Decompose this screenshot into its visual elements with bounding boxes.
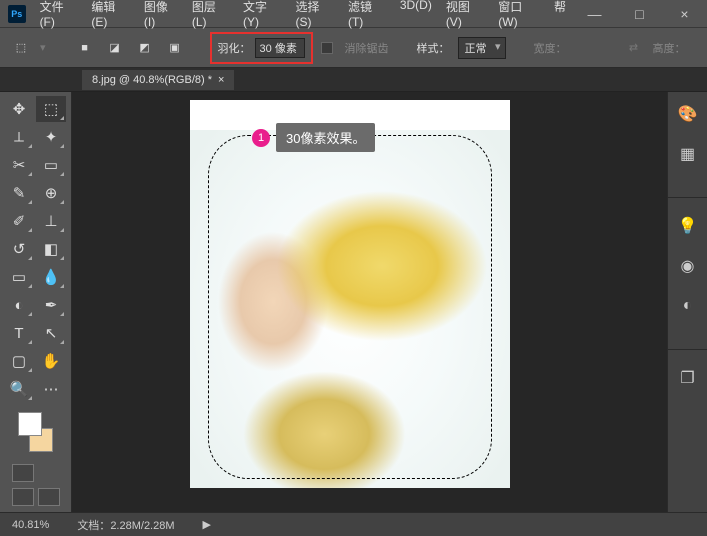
options-bar: ⬚ ▾ ■ ◪ ◩ ▣ 羽化： 消除锯齿 样式： 正常 ▾ 宽度： ⇄ 高度： (0, 28, 707, 68)
eyedropper-tool[interactable]: ✎ (4, 180, 34, 206)
pen-tool[interactable]: ✒ (36, 292, 66, 318)
style-select[interactable]: 正常 ▾ (458, 37, 506, 59)
right-panel-dock: 🎨 ▦ 💡 ◉ ◐ ❐ (667, 92, 707, 512)
style-label: 样式： (417, 40, 450, 56)
zoom-tool[interactable]: 🔍 (4, 376, 34, 402)
lasso-tool[interactable]: ⟂ (4, 124, 34, 150)
screen-mode-2-icon[interactable] (38, 488, 60, 506)
menu-3d[interactable]: 3D(D) (394, 0, 438, 29)
antialias-checkbox[interactable] (321, 42, 333, 54)
shape-tool[interactable]: ▢ (4, 348, 34, 374)
brush-tool[interactable]: ✐ (4, 208, 34, 234)
menu-type[interactable]: 文字(Y) (237, 0, 287, 29)
annotation-text: 30像素效果。 (276, 123, 375, 152)
dodge-tool[interactable]: ◐ (4, 292, 34, 318)
quick-mask-icon[interactable] (12, 464, 34, 482)
menu-layer[interactable]: 图层(L) (186, 0, 235, 29)
canvas-area[interactable]: 1 30像素效果。 (72, 92, 667, 512)
screen-mode-icon[interactable] (12, 488, 34, 506)
tool-preset-icon[interactable]: ⬚ (10, 37, 32, 59)
menubar: 文件(F) 编辑(E) 图像(I) 图层(L) 文字(Y) 选择(S) 滤镜(T… (34, 0, 572, 29)
intersect-selection-icon[interactable]: ▣ (164, 37, 186, 59)
move-tool[interactable]: ✥ (4, 96, 34, 122)
doc-info[interactable]: 文档：2.28M/2.28M (77, 517, 174, 533)
menu-file[interactable]: 文件(F) (34, 0, 84, 29)
statusbar-arrow-icon[interactable]: ▶ (203, 518, 211, 531)
document-title: 8.jpg @ 40.8%(RGB/8) * (92, 74, 212, 86)
menu-select[interactable]: 选择(S) (290, 0, 340, 29)
swap-dims-icon[interactable]: ⇄ (623, 37, 645, 59)
marquee-tool[interactable]: ⬚ (36, 96, 66, 122)
tab-close-icon[interactable]: × (218, 74, 224, 86)
frame-tool[interactable]: ▭ (36, 152, 66, 178)
zoom-readout[interactable]: 40.81% (12, 519, 49, 531)
libraries-panel-icon[interactable]: ◉ (676, 254, 700, 278)
window-controls: — □ × (572, 0, 707, 28)
menu-edit[interactable]: 编辑(E) (85, 0, 135, 29)
history-brush-tool[interactable]: ↺ (4, 236, 34, 262)
swatches-panel-icon[interactable]: ▦ (676, 142, 700, 166)
menu-view[interactable]: 视图(V) (440, 0, 490, 29)
subtract-selection-icon[interactable]: ◩ (134, 37, 156, 59)
healing-tool[interactable]: ⊕ (36, 180, 66, 206)
document-tab-bar: 8.jpg @ 40.8%(RGB/8) * × (0, 68, 707, 92)
quick-select-tool[interactable]: ✦ (36, 124, 66, 150)
antialias-label: 消除锯齿 (345, 40, 389, 56)
minimize-button[interactable]: — (572, 0, 617, 28)
foreground-swatch[interactable] (18, 412, 42, 436)
feather-label: 羽化： (218, 40, 251, 56)
gradient-tool[interactable]: ▭ (4, 264, 34, 290)
width-label: 宽度： (534, 40, 567, 56)
color-swatches[interactable] (18, 412, 53, 452)
type-tool[interactable]: T (4, 320, 34, 346)
main-area: ✥ ⬚ ⟂ ✦ ✂ ▭ ✎ ⊕ ✐ ⊥ ↺ ◧ ▭ 💧 ◐ ✒ T ↖ ▢ ✋ … (0, 92, 707, 512)
hand-tool[interactable]: ✋ (36, 348, 66, 374)
stamp-tool[interactable]: ⊥ (36, 208, 66, 234)
edit-toolbar[interactable]: ⋯ (36, 376, 66, 402)
blur-tool[interactable]: 💧 (36, 264, 66, 290)
feather-input[interactable] (255, 38, 305, 58)
maximize-button[interactable]: □ (617, 0, 662, 28)
statusbar: 40.81% 文档：2.28M/2.28M ▶ (0, 512, 707, 536)
add-selection-icon[interactable]: ◪ (104, 37, 126, 59)
color-panel-icon[interactable]: 🎨 (676, 102, 700, 126)
annotation-number: 1 (252, 129, 270, 147)
toolbox: ✥ ⬚ ⟂ ✦ ✂ ▭ ✎ ⊕ ✐ ⊥ ↺ ◧ ▭ 💧 ◐ ✒ T ↖ ▢ ✋ … (0, 92, 72, 512)
close-button[interactable]: × (662, 0, 707, 28)
marquee-selection (208, 135, 492, 479)
menu-filter[interactable]: 滤镜(T) (342, 0, 392, 29)
menu-image[interactable]: 图像(I) (138, 0, 184, 29)
menu-window[interactable]: 窗口(W) (492, 0, 546, 29)
canvas (190, 100, 510, 488)
layers-panel-icon[interactable]: ❐ (676, 366, 700, 390)
adjustments-panel-icon[interactable]: ◐ (676, 294, 700, 318)
learn-panel-icon[interactable]: 💡 (676, 214, 700, 238)
document-tab[interactable]: 8.jpg @ 40.8%(RGB/8) * × (82, 70, 234, 90)
crop-tool[interactable]: ✂ (4, 152, 34, 178)
titlebar: Ps 文件(F) 编辑(E) 图像(I) 图层(L) 文字(Y) 选择(S) 滤… (0, 0, 707, 28)
menu-help[interactable]: 帮 (548, 0, 572, 29)
feather-highlight-box: 羽化： (210, 32, 313, 64)
eraser-tool[interactable]: ◧ (36, 236, 66, 262)
annotation-callout: 1 30像素效果。 (252, 123, 375, 152)
app-logo: Ps (8, 5, 26, 23)
new-selection-icon[interactable]: ■ (74, 37, 96, 59)
path-select-tool[interactable]: ↖ (36, 320, 66, 346)
height-label: 高度： (653, 40, 686, 56)
